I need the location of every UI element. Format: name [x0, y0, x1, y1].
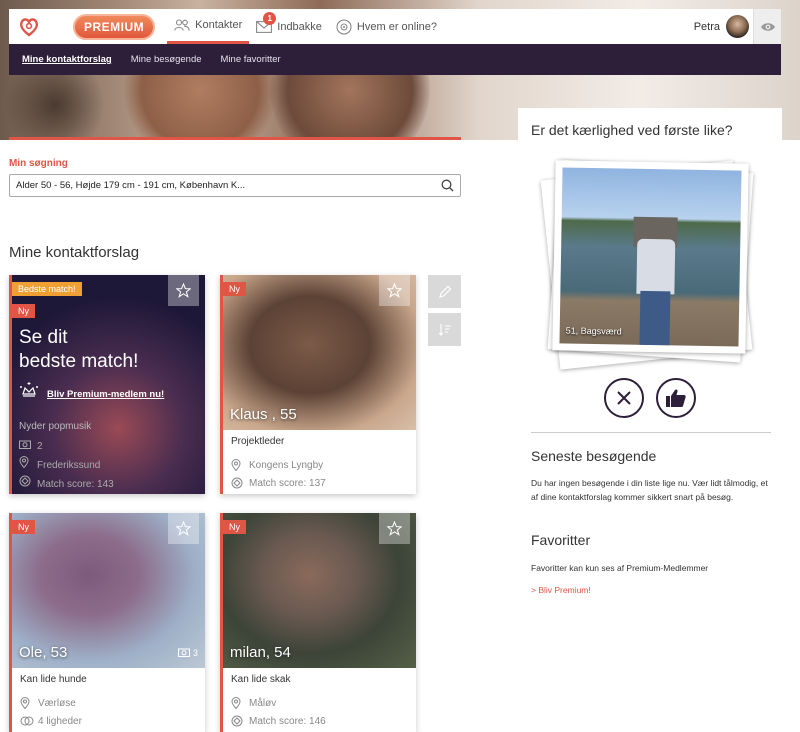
favorites-text: Favoritter kan kun ses af Premium-Medlem…	[531, 563, 709, 573]
camera-icon	[177, 647, 190, 659]
promo-headline-2: bedste match!	[19, 351, 139, 372]
visitors-title: Seneste besøgende	[531, 448, 657, 464]
sub-navigation: Mine kontaktforslag Mine besøgende Mine …	[9, 44, 781, 75]
star-icon[interactable]	[168, 513, 199, 544]
photo-count-value: 3	[192, 648, 198, 658]
nav-inbox[interactable]: 1 Indbakke	[249, 9, 329, 44]
nav-contacts[interactable]: Kontakter	[167, 9, 250, 44]
best-match-badge: Bedste match!	[12, 282, 82, 296]
contact-similarities: 4 ligheder	[38, 715, 82, 727]
camera-icon	[19, 438, 33, 456]
top-navigation: PREMIUM Kontakter 1 Indbakke Hvem er onl…	[9, 9, 781, 44]
contact-match-score: Match score: 146	[249, 715, 326, 727]
contact-card-milan[interactable]: Ny milan, 54 Kan lide skak Måløv Match s…	[220, 513, 416, 732]
promo-interest: Nyder popmusik	[19, 421, 92, 432]
sort-icon[interactable]	[428, 313, 461, 346]
inbox-badge: 1	[263, 12, 277, 25]
search-input[interactable]: Alder 50 - 56, Højde 179 cm - 191 cm, Kø…	[9, 174, 461, 197]
contact-name: Ole, 53	[19, 644, 68, 661]
new-tag: Ny	[12, 520, 35, 534]
new-tag: Ny	[223, 520, 246, 534]
photo-count: 3	[177, 647, 198, 659]
star-icon[interactable]	[379, 275, 410, 306]
online-eye-icon	[336, 18, 352, 35]
nav-online[interactable]: Hvem er online?	[329, 9, 444, 44]
nav-inbox-label: Indbakke	[277, 20, 322, 33]
promo-photo-count: 2	[37, 441, 43, 452]
search-label: Min søgning	[9, 158, 68, 169]
search-value: Alder 50 - 56, Højde 179 cm - 191 cm, Kø…	[16, 180, 246, 191]
contact-name: Klaus , 55	[230, 406, 297, 423]
premium-cta-link[interactable]: Bliv Premium-medlem nu!	[47, 389, 164, 400]
visitors-text: Du har ingen besøgende i din liste lige …	[531, 478, 768, 502]
subnav-my-suggestions[interactable]: Mine kontaktforslag	[22, 54, 112, 65]
star-icon[interactable]	[168, 275, 199, 306]
location-pin-icon	[231, 459, 245, 471]
become-premium-link[interactable]: > Bliv Premium!	[531, 585, 591, 595]
user-menu[interactable]: Petra	[694, 9, 749, 44]
people-icon	[174, 19, 190, 31]
promo-location: Frederikssund	[37, 459, 101, 471]
contact-location: Værløse	[38, 697, 76, 709]
thumbs-up-icon	[666, 389, 686, 407]
nav-contacts-label: Kontakter	[195, 19, 243, 31]
contact-interest: Kan lide hunde	[20, 674, 87, 685]
promo-match-score: Match score: 143	[37, 478, 114, 490]
section-title: Mine kontaktforslag	[9, 244, 140, 261]
contact-card-klaus[interactable]: Ny Klaus , 55 Projektleder Kongens Lyngb…	[220, 275, 416, 494]
match-score-icon	[231, 477, 245, 489]
contact-card-ole[interactable]: Ny Ole, 53 3 Kan lide hunde Værløse 4 li…	[9, 513, 205, 732]
contact-location: Kongens Lyngby	[249, 459, 324, 471]
favorites-title: Favoritter	[531, 532, 591, 548]
premium-button[interactable]: PREMIUM	[73, 13, 156, 40]
edit-pencil-icon[interactable]	[428, 275, 461, 308]
contact-occupation: Projektleder	[231, 436, 285, 447]
promo-headline-1: Se dit	[19, 327, 68, 348]
star-icon[interactable]	[379, 513, 410, 544]
person-jeans	[639, 290, 671, 346]
location-pin-icon	[19, 456, 33, 475]
crown-sparkle-icon	[19, 381, 39, 408]
new-tag: Ny	[223, 282, 246, 296]
contact-interest: Kan lide skak	[231, 674, 291, 685]
search-icon[interactable]	[441, 179, 454, 195]
like-button[interactable]	[656, 378, 696, 418]
right-panel: Er det kærlighed ved første like? 51, Ba…	[518, 108, 782, 732]
new-tag: Ny	[12, 304, 35, 318]
nav-online-label: Hvem er online?	[356, 20, 438, 33]
premium-promo-card[interactable]: Bedste match! Ny Se dit bedste match! Bl…	[9, 275, 205, 494]
user-name: Petra	[693, 20, 720, 33]
avatar	[726, 15, 749, 38]
logo-heart-icon[interactable]	[9, 9, 49, 44]
person-shirt	[636, 238, 676, 295]
match-score-icon	[231, 715, 245, 727]
hero-accent-line	[9, 137, 461, 140]
subnav-my-visitors[interactable]: Mine besøgende	[131, 54, 202, 65]
dislike-button[interactable]	[604, 378, 644, 418]
subnav-my-favorites[interactable]: Mine favoritter	[221, 54, 281, 65]
divider	[531, 432, 771, 433]
location-pin-icon	[231, 697, 245, 709]
contact-name: milan, 54	[230, 644, 291, 661]
photo-caption: 51, Bagsværd	[565, 325, 622, 337]
like-question: Er det kærlighed ved første like?	[531, 122, 733, 138]
similarities-icon	[20, 716, 34, 726]
close-icon	[617, 391, 631, 405]
location-pin-icon	[20, 697, 34, 709]
contact-match-score: Match score: 137	[249, 477, 326, 489]
like-photo-card[interactable]: 51, Bagsværd	[552, 160, 749, 354]
contact-location: Måløv	[249, 697, 277, 709]
visibility-eye-icon[interactable]	[753, 9, 781, 44]
match-score-icon	[19, 475, 33, 494]
